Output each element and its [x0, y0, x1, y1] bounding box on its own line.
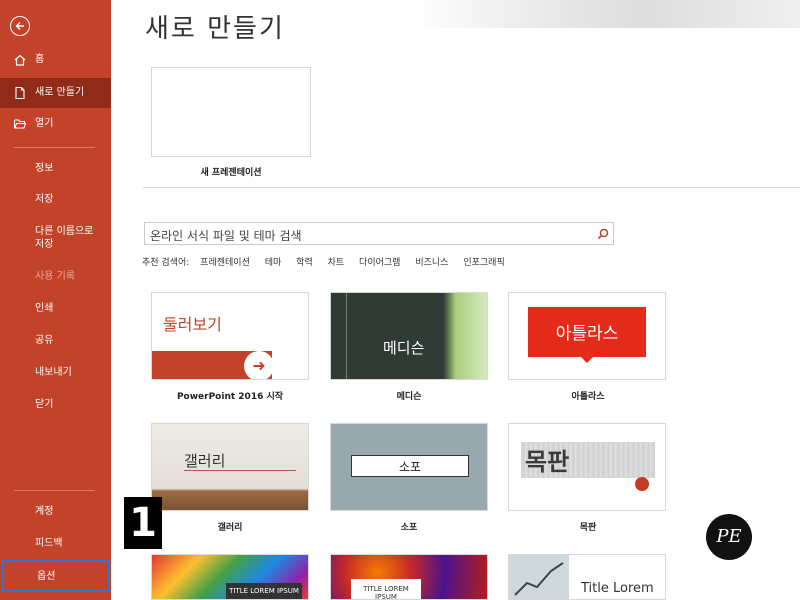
suggestion-link[interactable]: 다이어그램 [359, 258, 400, 268]
arrow-right-icon: ➜ [244, 351, 274, 379]
sidebar-item-label: 홈 [35, 54, 45, 65]
suggestion-link[interactable]: 차트 [328, 258, 345, 268]
search-icon[interactable] [597, 228, 609, 240]
suggestion-link[interactable]: 학력 [296, 258, 313, 268]
sidebar-item-save[interactable]: 저장 [0, 185, 111, 215]
sidebar-item-account[interactable]: 계정 [0, 497, 111, 527]
template-thumb-title: TITLE LOREM IPSUM [229, 587, 299, 595]
sidebar-item-open[interactable]: 열기 [0, 109, 111, 139]
folder-open-icon [13, 119, 27, 129]
template-thumb-dot [635, 477, 649, 491]
template-caption: 메디슨 [396, 392, 422, 402]
section-divider [143, 187, 800, 188]
back-button[interactable] [10, 16, 30, 36]
back-arrow-icon [15, 22, 24, 30]
template-thumb-line [346, 293, 347, 379]
template-caption: 소포 [400, 523, 418, 533]
sidebar-item-label: 다른 이름으로 [35, 226, 94, 237]
suggested-searches: 추천 검색어: 프레젠테이션 테마 학력 차트 다이어그램 비즈니스 인포그래픽 [142, 255, 517, 268]
sidebar-item-history: 사용 기록 [0, 262, 111, 292]
sidebar-item-label: 계정 [35, 506, 54, 517]
sidebar-divider [14, 147, 95, 148]
template-thumb-title: Title Lorem [581, 581, 654, 596]
template-thumb-title: TITLE LOREM IPSUM [363, 585, 409, 600]
template-thumb-pointer [581, 357, 593, 363]
sidebar-item-label: 열기 [35, 118, 54, 129]
suggestion-link[interactable]: 테마 [265, 258, 282, 268]
template-caption: PowerPoint 2016 시작 [176, 392, 284, 402]
template-caption: 아틀라스 [571, 392, 605, 402]
sidebar-item-export[interactable]: 내보내기 [0, 358, 111, 388]
template-thumbnail-gallery[interactable]: 갤러리 [151, 423, 309, 511]
sidebar-item-close[interactable]: 닫기 [0, 390, 111, 420]
step-number-badge: 1 [124, 497, 162, 549]
template-thumbnail-woodtype[interactable]: 목판 [508, 423, 666, 511]
sidebar-item-label: 내보내기 [35, 367, 72, 378]
blank-presentation-thumbnail[interactable] [151, 67, 311, 157]
sidebar-item-info[interactable]: 정보 [0, 154, 111, 184]
sidebar-item-label: 저장 [35, 194, 54, 205]
sidebar-item-share[interactable]: 공유 [0, 326, 111, 356]
watermark-logo: PE [706, 514, 752, 560]
search-placeholder: 온라인 서식 파일 및 테마 검색 [150, 229, 302, 243]
template-thumb-underline [184, 470, 296, 471]
sidebar-divider [14, 490, 95, 491]
suggestion-link[interactable]: 프레젠테이션 [200, 258, 250, 268]
sidebar-item-label: 정보 [35, 163, 54, 174]
sidebar-item-label: 저장 [35, 239, 54, 250]
sidebar-item-save-as[interactable]: 다른 이름으로 저장 [0, 222, 111, 258]
new-document-icon [15, 86, 25, 100]
sidebar-item-label: 사용 기록 [35, 271, 75, 282]
sidebar-item-print[interactable]: 인쇄 [0, 294, 111, 324]
template-thumb-title: 메디슨 [383, 339, 425, 357]
blank-presentation-caption: 새 프레젠테이션 [200, 168, 262, 178]
home-icon [14, 54, 26, 66]
template-thumbnail-atlas[interactable]: 아틀라스 [508, 292, 666, 380]
sidebar-item-label: 피드백 [35, 538, 63, 549]
sidebar-item-options[interactable]: 옵션 [2, 560, 110, 592]
template-thumbnail-parcel[interactable]: 소포 [330, 423, 488, 511]
template-thumb-title: 아틀라스 [555, 324, 619, 344]
sidebar-item-home[interactable]: 홈 [0, 45, 111, 75]
template-thumb-title: 둘러보기 [163, 315, 222, 334]
template-thumb-title: 목판 [525, 448, 570, 476]
sidebar-item-label: 공유 [35, 335, 54, 346]
template-caption: 갤러리 [217, 523, 243, 533]
backstage-sidebar: 홈 새로 만들기 열기 정보 저장 다른 이름으로 저장 사용 기록 인쇄 공유… [0, 0, 111, 600]
template-thumbnail-powerpoint-tour[interactable]: 둘러보기 ➜ [151, 292, 309, 380]
template-thumb-title: 갤러리 [184, 452, 226, 470]
template-thumbnail-pattern[interactable]: TITLE LOREM IPSUM [330, 554, 488, 600]
page-title: 새로 만들기 [145, 14, 285, 44]
template-thumbnail-chart[interactable]: Title Lorem [508, 554, 666, 600]
suggestion-link[interactable]: 비즈니스 [415, 258, 448, 268]
sidebar-item-feedback[interactable]: 피드백 [0, 529, 111, 559]
new-presentation-pane: 새로 만들기 새 프레젠테이션 온라인 서식 파일 및 테마 검색 추천 검색어… [111, 0, 800, 600]
sidebar-item-label: 인쇄 [35, 303, 54, 314]
sidebar-item-label: 닫기 [35, 399, 54, 410]
template-caption: 목판 [579, 523, 597, 533]
sidebar-item-label: 새로 만들기 [35, 87, 85, 98]
template-thumbnail-madison[interactable]: 메디슨 [330, 292, 488, 380]
suggested-searches-label: 추천 검색어: [142, 258, 190, 268]
template-search-input[interactable]: 온라인 서식 파일 및 테마 검색 [144, 222, 614, 245]
suggestion-link[interactable]: 인포그래픽 [463, 258, 504, 268]
sidebar-item-new[interactable]: 새로 만들기 [0, 78, 111, 108]
chart-line-icon [514, 562, 564, 596]
template-thumbnail-facet[interactable]: TITLE LOREM IPSUM [151, 554, 309, 600]
template-thumb-title: 소포 [398, 460, 422, 474]
sidebar-item-label: 옵션 [37, 571, 56, 582]
header-decoration [411, 0, 800, 28]
